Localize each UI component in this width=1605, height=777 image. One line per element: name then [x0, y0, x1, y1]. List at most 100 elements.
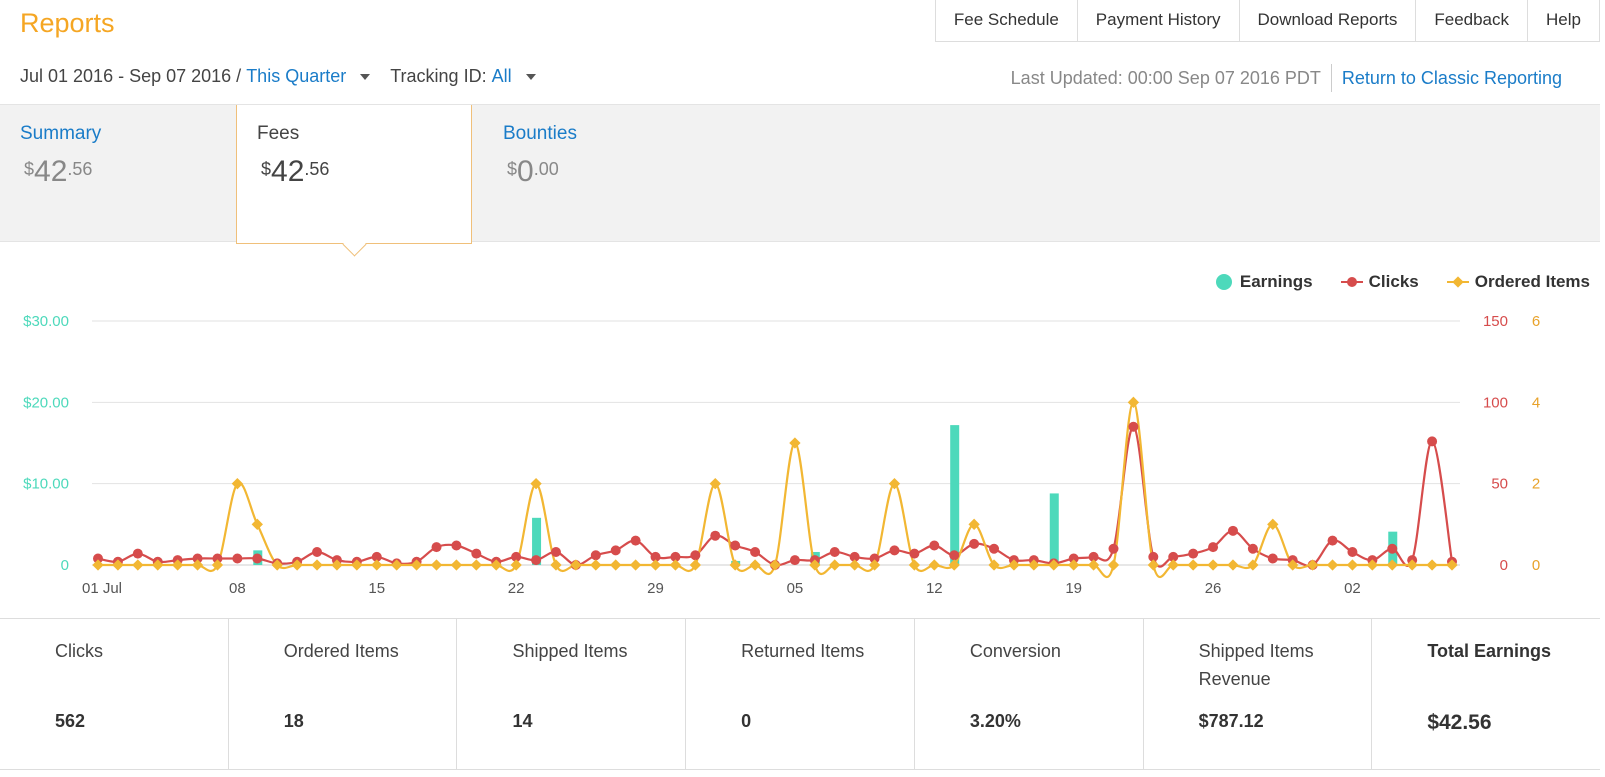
stat-value: 3.20%: [969, 711, 1021, 731]
y-right-clicks-tick-label: 100: [1483, 394, 1508, 411]
x-tick-label: 08: [229, 580, 246, 597]
chart-legend: Earnings Clicks Ordered Items: [1188, 272, 1590, 292]
x-tick-label: 12: [926, 580, 943, 597]
period-dropdown[interactable]: This Quarter: [246, 66, 346, 87]
amount-cents: .56: [304, 159, 330, 179]
tab-fees-label[interactable]: Fees: [257, 123, 299, 145]
y-right-clicks-tick-label: 0: [1500, 557, 1508, 574]
amount-whole: 0: [517, 155, 534, 188]
ordered-items-point: [1127, 396, 1140, 408]
earnings-bar: [1049, 493, 1059, 565]
clicks-series-line: [97, 425, 1454, 568]
stat-value: 14: [512, 711, 533, 731]
divider: [1330, 64, 1332, 92]
y-left-tick-label: 0: [61, 557, 69, 574]
ordered-items-point: [132, 559, 144, 571]
y-right-clicks-tick-label: 50: [1491, 476, 1508, 493]
chart-plot: 0 0 0 $10.00 50 2 $20.00 100 4 $30.00 150 6 01 Jul 08…: [23, 313, 1540, 597]
tracking-chevron-down-icon[interactable]: [525, 73, 536, 80]
ordered-items-point: [570, 559, 582, 571]
clicks-point: [312, 546, 323, 557]
ordered-items-point: [1426, 559, 1438, 571]
fee-schedule-link[interactable]: Fee Schedule: [936, 0, 1078, 41]
tab-summary-label[interactable]: Summary: [20, 123, 101, 145]
x-tick-label: 01 Jul: [82, 580, 122, 597]
clicks-point: [451, 540, 462, 551]
tab-fees[interactable]: Fees $42.56: [236, 105, 472, 257]
stat-label: Total Earnings: [1427, 641, 1551, 661]
help-link[interactable]: Help: [1528, 0, 1600, 41]
legend-ordered-items[interactable]: Ordered Items: [1446, 272, 1590, 292]
stat-label: Ordered Items: [283, 641, 399, 661]
clicks-point: [969, 538, 980, 549]
ordered-items-point: [848, 559, 861, 571]
ordered-items-point: [829, 559, 841, 571]
payment-history-link[interactable]: Payment History: [1078, 0, 1240, 41]
tab-bounties[interactable]: Bounties $0.00: [483, 105, 713, 241]
date-filter-row: Jul 01 2016 - Sep 07 2016 / This Quarter…: [20, 66, 556, 87]
earnings-bar: [950, 425, 960, 565]
stat-label: Returned Items: [741, 641, 865, 661]
stat-total-earnings: Total Earnings $42.56: [1372, 619, 1600, 769]
x-tick-label: 22: [508, 580, 525, 597]
last-updated-text: Last Updated: 00:00 Sep 07 2016 PDT: [1010, 67, 1321, 88]
ordered-items-point: [430, 559, 443, 571]
ordered-items-point: [251, 518, 263, 530]
stat-value: 18: [283, 711, 304, 731]
x-tick-label: 02: [1344, 580, 1361, 597]
period-chevron-down-icon[interactable]: [360, 73, 371, 80]
clicks-point: [989, 543, 1000, 554]
clicks-point: [1387, 543, 1398, 554]
clicks-point: [590, 550, 601, 561]
stats-bar: Clicks 562 Ordered Items 18 Shipped Items 1…: [0, 618, 1600, 770]
clicks-point: [1247, 543, 1258, 554]
download-reports-link[interactable]: Download Reports: [1240, 0, 1417, 41]
clicks-point: [252, 553, 263, 564]
currency-symbol: $: [261, 159, 272, 179]
tab-bounties-label[interactable]: Bounties: [503, 123, 577, 145]
report-tabs: Summary $42.56 Fees $42.56 Bounties $0.0…: [0, 104, 1600, 257]
tab-fees-amount: $42.56: [261, 155, 329, 189]
ordered-items-point: [1107, 559, 1120, 571]
ordered-items-point: [311, 559, 323, 571]
clicks-point: [889, 545, 900, 556]
legend-ordered-label: Ordered Items: [1474, 272, 1590, 291]
stat-value: 0: [741, 711, 752, 731]
tracking-id-label: Tracking ID:: [390, 66, 487, 86]
ordered-items-point: [470, 559, 482, 571]
amount-cents: .56: [67, 159, 93, 179]
ordered-items-point: [610, 559, 622, 571]
ordered-items-point: [590, 559, 602, 571]
x-tick-label: 29: [647, 580, 664, 597]
ordered-items-point: [1247, 559, 1259, 571]
ordered-items-point: [769, 559, 781, 571]
y-right-items-tick-label: 6: [1532, 313, 1540, 330]
clicks-point: [750, 546, 761, 557]
legend-earnings-label: Earnings: [1239, 272, 1313, 291]
clicks-point: [630, 535, 641, 546]
clicks-point: [1267, 553, 1278, 564]
clicks-point: [132, 548, 143, 559]
stat-conversion: Conversion 3.20%: [915, 619, 1144, 769]
feedback-link[interactable]: Feedback: [1416, 0, 1529, 41]
amount-cents: .00: [533, 159, 559, 179]
y-right-items-tick-label: 4: [1532, 394, 1540, 411]
stat-label: Shipped Items: [512, 641, 628, 661]
last-updated-bar: Last Updated: 00:00 Sep 07 2016 PDT Retu…: [1011, 64, 1562, 92]
ordered-items-point: [649, 559, 662, 571]
clicks-point: [929, 540, 940, 551]
ordered-items-point: [749, 559, 761, 571]
legend-earnings[interactable]: Earnings: [1215, 272, 1313, 292]
classic-reporting-link[interactable]: Return to Classic Reporting: [1342, 68, 1562, 89]
clicks-point: [610, 545, 621, 556]
stat-label: Clicks: [55, 641, 103, 661]
legend-clicks[interactable]: Clicks: [1340, 272, 1419, 292]
ordered-items-point: [669, 559, 682, 571]
tab-summary[interactable]: Summary $42.56: [0, 105, 230, 241]
ordered-items-point: [1227, 559, 1239, 571]
clicks-point: [1208, 542, 1219, 553]
ordered-items-point: [1187, 559, 1199, 571]
tracking-id-dropdown[interactable]: All: [492, 66, 512, 87]
stat-value: $42.56: [1427, 711, 1492, 734]
y-left-tick-label: $20.00: [23, 394, 69, 411]
